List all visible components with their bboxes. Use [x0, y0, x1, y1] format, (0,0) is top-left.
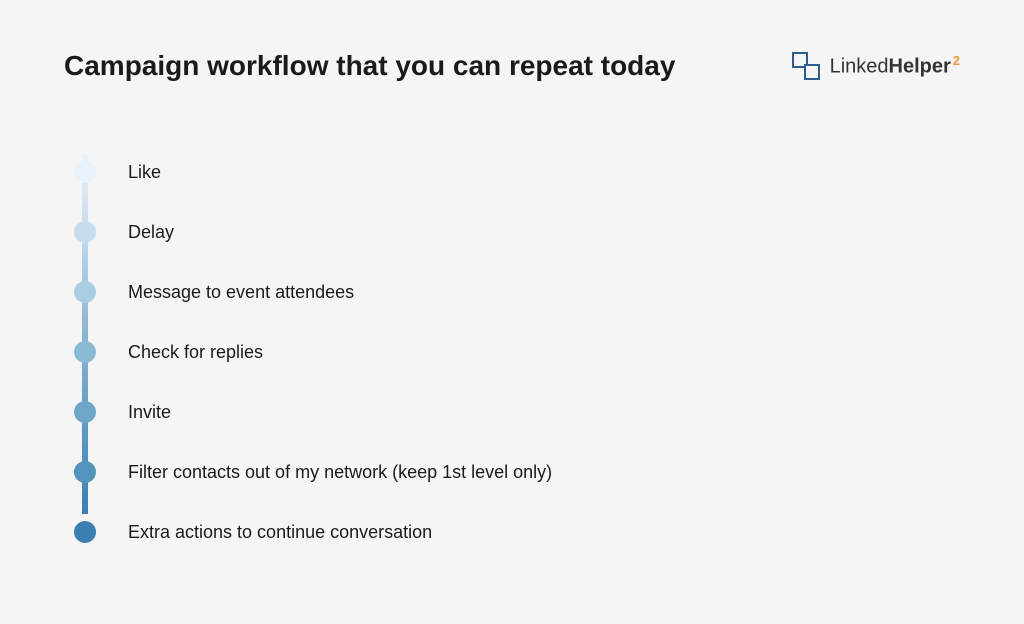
workflow-step: Filter contacts out of my network (keep …: [72, 442, 1024, 502]
step-label: Extra actions to continue conversation: [128, 522, 432, 543]
step-dot-icon: [74, 401, 96, 423]
logo-text-part2: Helper: [889, 56, 951, 78]
step-dot-icon: [74, 281, 96, 303]
step-dot-icon: [74, 461, 96, 483]
step-dot-icon: [74, 161, 96, 183]
workflow-step: Check for replies: [72, 322, 1024, 382]
logo-version: 2: [953, 53, 960, 68]
step-label: Like: [128, 162, 161, 183]
brand-logo: LinkedHelper2: [792, 52, 960, 80]
logo-text-part1: Linked: [830, 56, 889, 78]
logo-icon: [792, 52, 820, 80]
step-dot-icon: [74, 341, 96, 363]
step-label: Filter contacts out of my network (keep …: [128, 462, 552, 483]
step-label: Delay: [128, 222, 174, 243]
step-label: Check for replies: [128, 342, 263, 363]
step-label: Invite: [128, 402, 171, 423]
workflow-step: Message to event attendees: [72, 262, 1024, 322]
workflow-step: Extra actions to continue conversation: [72, 502, 1024, 562]
logo-text: LinkedHelper2: [830, 53, 960, 79]
workflow-step: Delay: [72, 202, 1024, 262]
workflow-step: Like: [72, 142, 1024, 202]
step-dot-icon: [74, 221, 96, 243]
workflow-diagram: Like Delay Message to event attendees Ch…: [72, 142, 1024, 562]
workflow-step: Invite: [72, 382, 1024, 442]
step-dot-icon: [74, 521, 96, 543]
header: Campaign workflow that you can repeat to…: [0, 0, 1024, 82]
step-label: Message to event attendees: [128, 282, 354, 303]
page-title: Campaign workflow that you can repeat to…: [64, 50, 675, 82]
